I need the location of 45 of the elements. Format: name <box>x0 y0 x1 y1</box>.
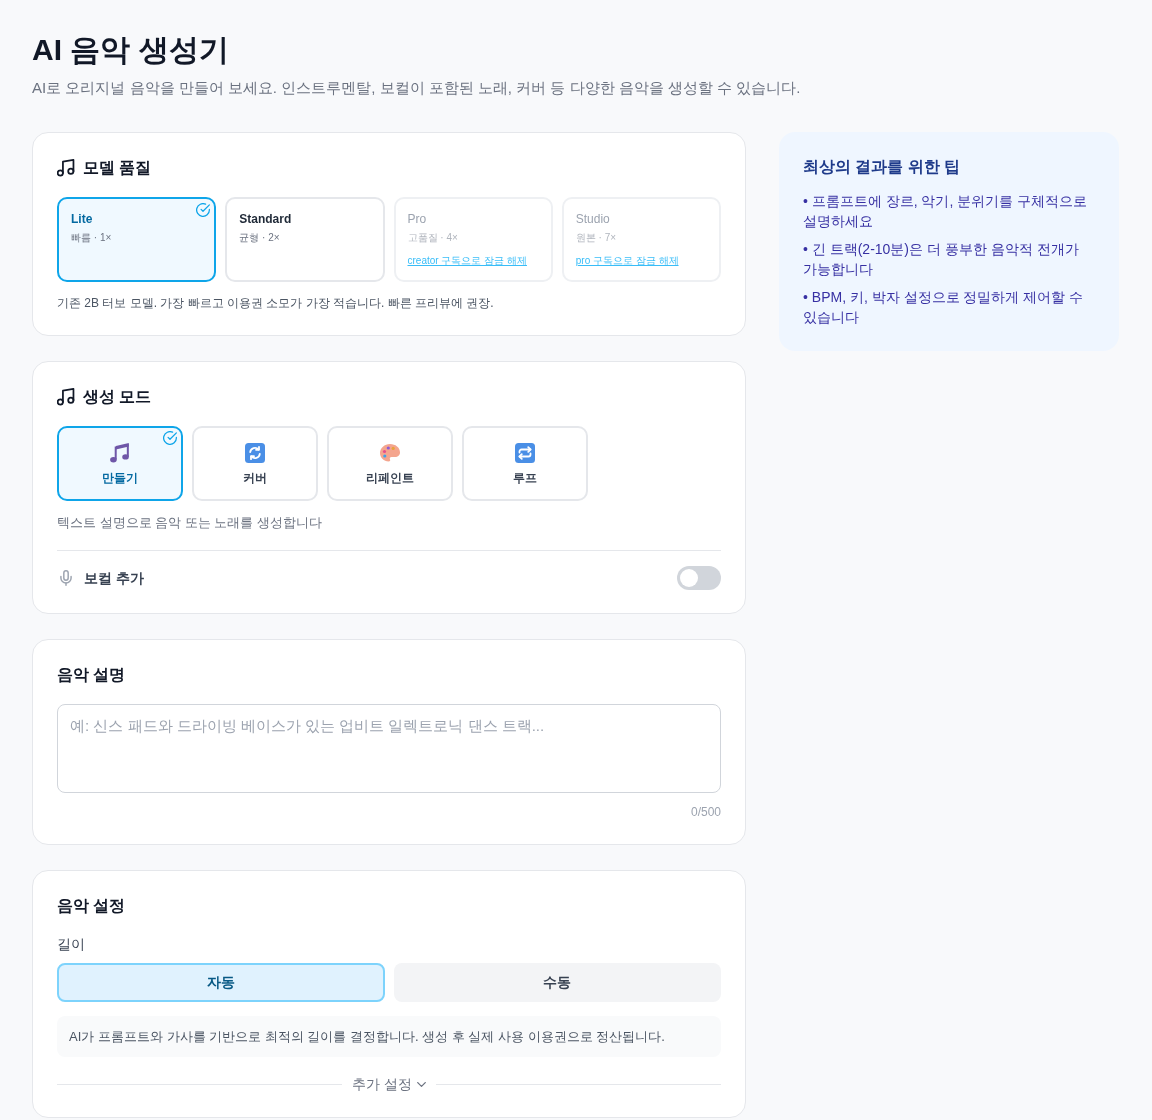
model-option-card[interactable]: Lite 빠름 · 1× <box>57 197 217 282</box>
model-detail: 빠름 · 1× <box>71 231 112 245</box>
check-circle-icon <box>196 203 211 217</box>
music-note-icon <box>57 388 75 406</box>
music-notes-icon <box>110 443 130 463</box>
length-option-button[interactable]: 수동 <box>393 963 721 1002</box>
model-option-card[interactable]: Standard 균형 · 2× <box>225 197 385 282</box>
length-option-button[interactable]: 자동 <box>57 963 385 1002</box>
microphone-icon <box>60 570 72 586</box>
model-detail: 원본 · 7× <box>575 231 617 245</box>
character-count: 0/500 <box>689 804 721 821</box>
vocal-toggle[interactable] <box>677 566 721 590</box>
refresh-tile-icon <box>245 443 265 463</box>
vocal-label: 보컬 추가 <box>84 569 144 588</box>
page-title: AI 음악 생성기 <box>32 32 230 68</box>
page-subtitle: AI로 오리지널 음악을 만들어 보세요. 인스트루멘탈, 보컬이 포함된 노래, 커버 등 다양한 음악을 생성할 수 있습니다. <box>32 78 802 98</box>
section-title: 음악 설정 <box>57 896 126 916</box>
length-label: 길이 <box>57 935 86 954</box>
tip-text: • BPM, 키, 박자 설정으로 정밀하게 제어할 수 있습니다 <box>803 288 1085 327</box>
check-circle-icon <box>163 431 177 445</box>
model-detail: 고품질 · 4× <box>407 231 458 245</box>
music-note-icon <box>57 159 75 177</box>
mode-button[interactable]: 리페인트 <box>327 426 453 501</box>
repeat-tile-icon <box>515 443 535 463</box>
mode-description: 텍스트 설명으로 음악 또는 노래를 생성합니다 <box>57 514 324 532</box>
model-name: Lite <box>71 211 93 227</box>
tips-title: 최상의 결과를 위한 팁 <box>803 157 962 177</box>
description-input[interactable]: 예: 신스 패드와 드라이빙 베이스가 있는 업비트 일렉트로닉 댄스 트랙... <box>57 704 721 793</box>
mode-button[interactable]: 커버 <box>192 426 318 501</box>
palette-icon <box>380 443 400 463</box>
chevron-down-icon <box>416 1081 426 1087</box>
mode-button[interactable]: 만들기 <box>57 426 183 501</box>
tip-text: • 긴 트랙(2-10분)은 더 풍부한 음악적 전개가 가능합니다 <box>803 240 1080 279</box>
model-name: Standard <box>239 211 292 227</box>
length-info-box: AI가 프롬프트와 가사를 기반으로 최적의 길이를 결정합니다. 생성 후 실제 사용 이용권으로 정산됩니다. <box>57 1016 721 1057</box>
section-title: 음악 설명 <box>57 665 126 685</box>
section-title: 모델 품질 <box>83 158 152 178</box>
tip-text: • 프롬프트에 장르, 악기, 분위기를 구체적으로 설명하세요 <box>803 192 1089 231</box>
model-detail: 균형 · 2× <box>239 231 280 245</box>
more-settings-button[interactable]: 추가 설정 <box>352 1074 426 1094</box>
section-title: 생성 모드 <box>83 387 152 407</box>
model-description: 기존 2B 터보 모델. 가장 빠르고 이용권 소모가 가장 적습니다. 빠른 프리뷰에 권장. <box>57 295 495 312</box>
mode-button[interactable]: 루프 <box>462 426 588 501</box>
model-name: Studio <box>575 211 610 227</box>
model-name: Pro <box>407 211 427 227</box>
